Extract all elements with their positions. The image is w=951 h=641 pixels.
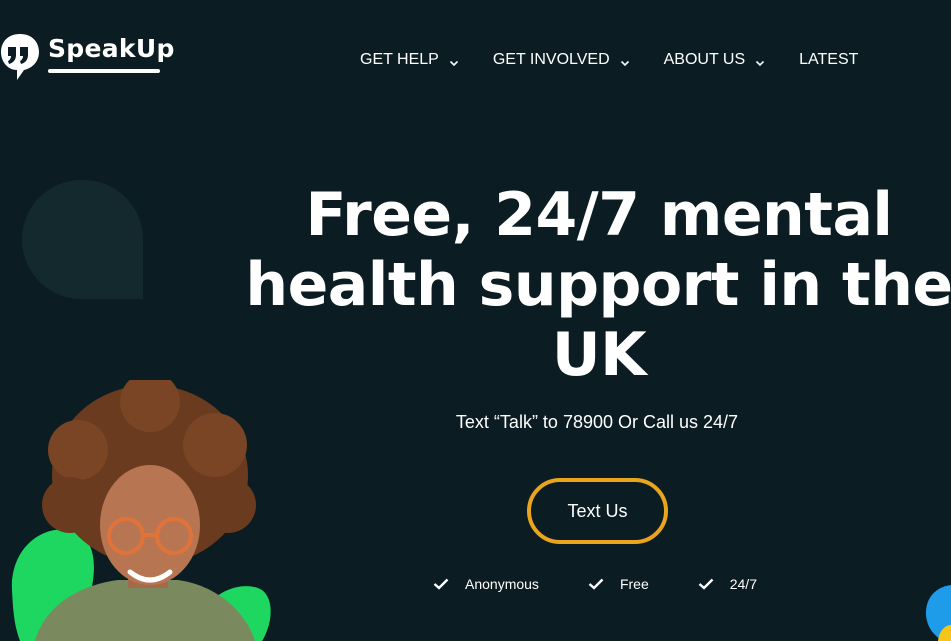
nav-item-label: GET HELP <box>360 51 439 68</box>
nav-item-label: LATEST <box>799 51 859 68</box>
chevron-down-icon <box>755 55 765 67</box>
feature-label: Anonymous <box>465 576 539 592</box>
logo[interactable]: SpeakUp <box>0 30 175 80</box>
feature-list: Anonymous Free 24/7 <box>433 576 806 592</box>
nav-item-label: ABOUT US <box>663 51 746 68</box>
logo-underline <box>48 68 160 73</box>
main-nav: GET HELP GET INVOLVED ABOUT US LATEST <box>360 51 892 69</box>
feature-free: Free <box>588 576 649 592</box>
nav-item-about-us[interactable]: ABOUT US <box>664 51 766 69</box>
check-icon <box>698 578 714 590</box>
nav-item-label: GET INVOLVED <box>492 51 610 68</box>
blue-blob-decoration <box>923 585 951 641</box>
feature-label: 24/7 <box>729 576 757 592</box>
chevron-down-icon <box>620 55 630 67</box>
hero-person-image <box>0 372 280 641</box>
decorative-speech-bubble <box>22 180 143 299</box>
speech-bubble-logo-icon <box>0 30 40 80</box>
text-us-button[interactable]: Text Us <box>527 478 668 544</box>
check-icon <box>588 578 604 590</box>
nav-item-get-help[interactable]: GET HELP <box>360 51 459 69</box>
feature-label: Free <box>619 576 649 592</box>
feature-anonymous: Anonymous <box>433 576 539 592</box>
check-icon <box>433 578 449 590</box>
hero-title: Free, 24/7 mental health support in the … <box>245 180 951 390</box>
chevron-down-icon <box>449 55 459 67</box>
logo-text: SpeakUp <box>48 33 175 63</box>
hero-subtitle: Text “Talk” to 78900 Or Call us 24/7 <box>455 412 739 432</box>
feature-24-7: 24/7 <box>698 576 757 592</box>
nav-item-get-involved[interactable]: GET INVOLVED <box>493 51 630 69</box>
nav-item-latest[interactable]: LATEST <box>799 51 858 69</box>
page: SpeakUp GET HELP GET INVOLVED ABOUT US L… <box>0 0 951 641</box>
